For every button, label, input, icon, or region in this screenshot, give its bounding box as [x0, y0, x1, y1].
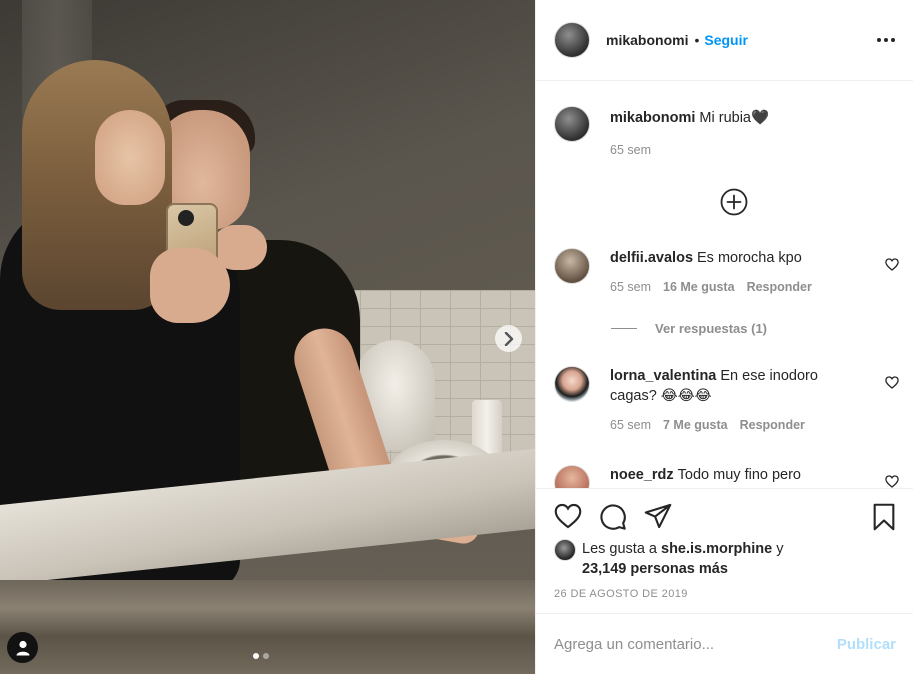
comment-text: Es morocha kpo: [697, 250, 802, 266]
heart-icon[interactable]: [885, 258, 899, 271]
comment-item: delfii.avalos Es morocha kpo 65 sem 16 Me…: [554, 248, 899, 294]
chevron-right-icon: [504, 331, 513, 346]
comment-likes[interactable]: 7 Me gusta: [663, 418, 728, 432]
user-tag-icon: [16, 640, 29, 655]
avatar[interactable]: [554, 465, 590, 488]
bookmark-icon[interactable]: [872, 503, 896, 531]
action-icons: [554, 503, 899, 533]
likes-summary: Les gusta a she.is.morphine y 23,149 per…: [554, 539, 882, 579]
woman-hand: [150, 248, 230, 323]
avatar[interactable]: [554, 22, 590, 58]
caption-text: Mi rubia🖤: [699, 110, 770, 126]
post-sidebar: mikabonomi • Seguir mikabonomi Mi rubia🖤 …: [535, 0, 913, 674]
follow-button[interactable]: Seguir: [704, 32, 748, 48]
likes-user[interactable]: she.is.morphine: [661, 541, 772, 557]
heart-icon[interactable]: [885, 376, 899, 389]
more-options-icon[interactable]: [877, 32, 895, 48]
post-actions: Les gusta a she.is.morphine y 23,149 per…: [536, 488, 913, 613]
heart-icon[interactable]: [554, 503, 582, 529]
comment-icon[interactable]: [599, 503, 627, 531]
header-username[interactable]: mikabonomi: [606, 32, 688, 48]
comment-text: Todo muy fino pero: [677, 467, 801, 483]
comment-username[interactable]: lorna_valentina: [610, 368, 716, 384]
comment-username[interactable]: noee_rdz: [610, 467, 674, 483]
caption: mikabonomi Mi rubia🖤 65 sem: [554, 106, 899, 157]
header-separator: •: [694, 32, 700, 48]
carousel-indicator: [253, 653, 269, 659]
caption-time[interactable]: 65 sem: [610, 143, 651, 157]
woman-face: [95, 110, 165, 205]
caption-username[interactable]: mikabonomi: [610, 110, 695, 126]
avatar[interactable]: [554, 366, 590, 402]
view-replies-button[interactable]: Ver respuestas (1): [611, 321, 767, 336]
comment-likes[interactable]: 16 Me gusta: [663, 280, 735, 294]
likes-count[interactable]: 23,149 personas más: [582, 561, 728, 577]
add-comment-bar: Publicar: [536, 613, 913, 674]
likes-prefix: Les gusta a: [582, 541, 657, 557]
comment-username[interactable]: delfii.avalos: [610, 250, 693, 266]
add-icon[interactable]: [720, 188, 748, 216]
reply-button[interactable]: Responder: [747, 280, 812, 294]
comment-item: lorna_valentina En ese inodoro cagas? 😂😂😂…: [554, 366, 899, 432]
comment-time[interactable]: 65 sem: [610, 418, 651, 432]
avatar[interactable]: [554, 539, 576, 561]
carousel-dot-active: [253, 653, 259, 659]
comment-input[interactable]: [554, 635, 837, 653]
share-icon[interactable]: [644, 503, 672, 529]
mirror-frame: [0, 580, 535, 674]
comment-item: noee_rdz Todo muy fino pero: [554, 465, 899, 488]
post-image[interactable]: [0, 0, 535, 674]
reply-button[interactable]: Responder: [740, 418, 805, 432]
next-image-button[interactable]: [495, 325, 522, 352]
likes-conj: y: [776, 541, 784, 557]
view-replies-label: Ver respuestas (1): [655, 321, 768, 336]
post-header: mikabonomi • Seguir: [536, 0, 913, 81]
user-tag-button[interactable]: [7, 632, 38, 663]
heart-icon[interactable]: [885, 475, 899, 488]
carousel-dot: [263, 653, 269, 659]
replies-line: [611, 328, 637, 329]
post-date[interactable]: 26 DE AGOSTO DE 2019: [554, 588, 688, 600]
phone-camera: [178, 210, 194, 226]
avatar[interactable]: [554, 106, 590, 142]
publish-button[interactable]: Publicar: [837, 636, 896, 653]
comment-time[interactable]: 65 sem: [610, 280, 651, 294]
avatar[interactable]: [554, 248, 590, 284]
comments-list[interactable]: mikabonomi Mi rubia🖤 65 sem delfii.avalos…: [536, 81, 913, 488]
